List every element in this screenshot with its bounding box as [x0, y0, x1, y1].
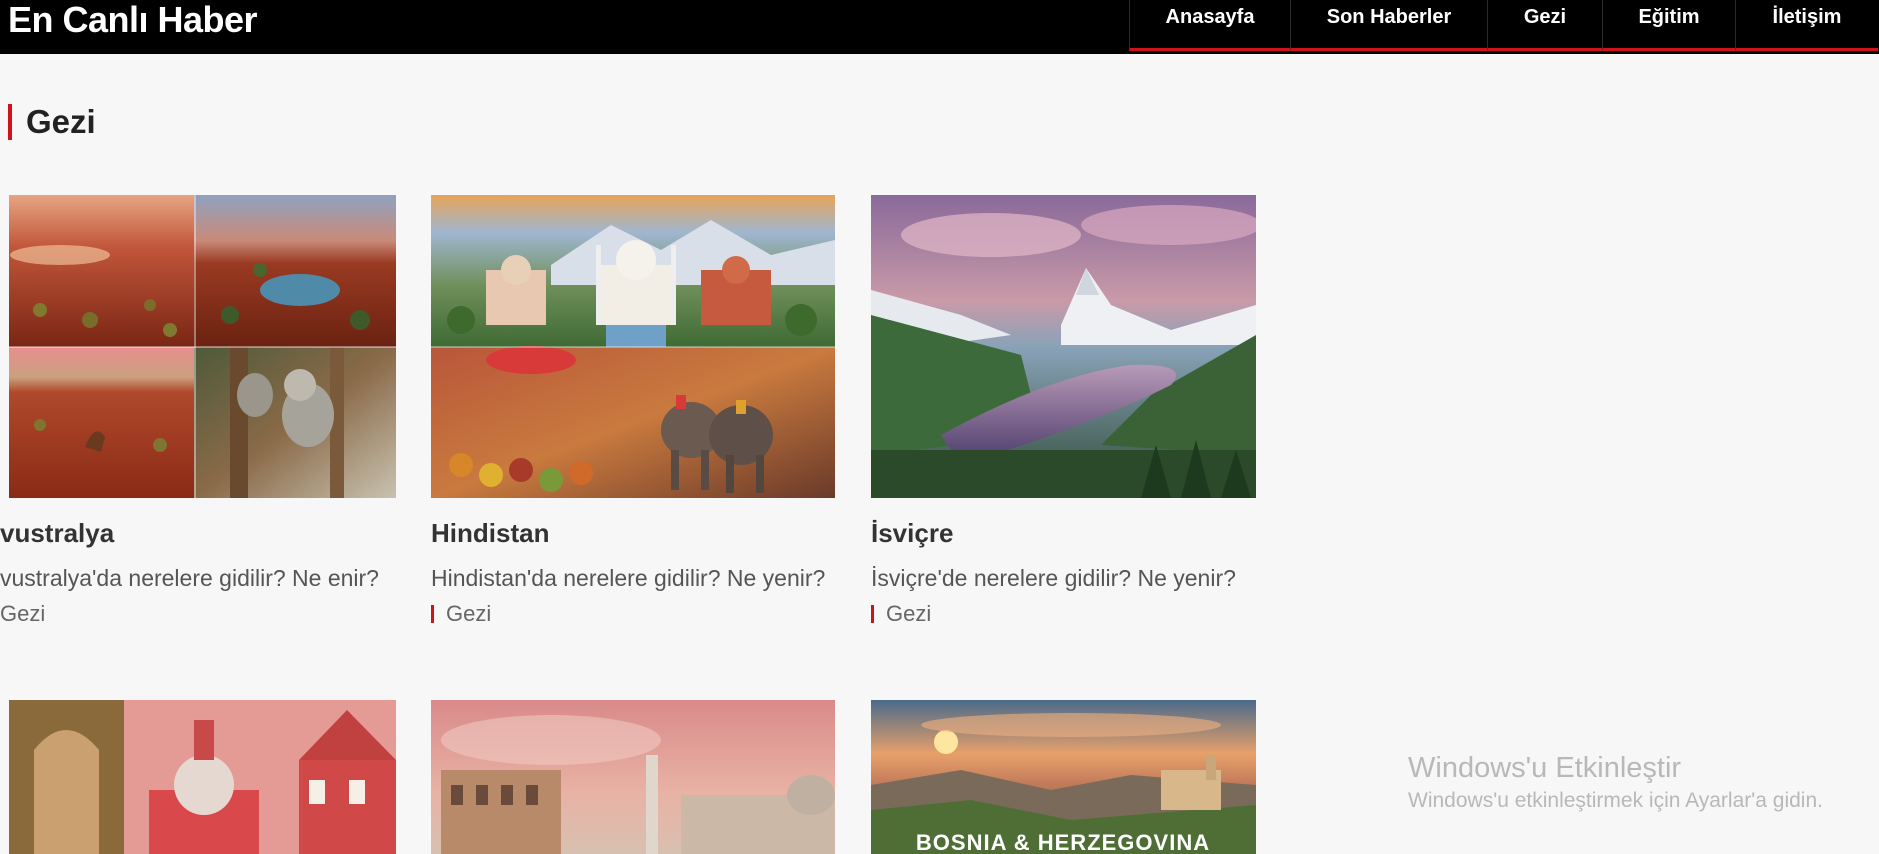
category-label: Gezi: [0, 601, 46, 626]
category-accent-bar: [431, 605, 434, 623]
site-title[interactable]: En Canlı Haber: [8, 0, 258, 42]
article-image-italy[interactable]: [431, 700, 835, 854]
article-image-india[interactable]: [431, 195, 835, 498]
india-collage-image: [431, 195, 835, 498]
section-title: Gezi: [8, 104, 96, 140]
article-category[interactable]: Gezi: [431, 601, 835, 627]
article-card: vustralya vustralya'da nerelere gidilir?…: [0, 195, 396, 627]
nav-item-son-haberler[interactable]: Son Haberler: [1290, 0, 1487, 51]
article-card: İsviçre İsviçre'de nerelere gidilir? Ne …: [871, 195, 1256, 627]
australia-collage-image: [9, 195, 396, 498]
article-description[interactable]: Hindistan'da nerelere gidilir? Ne yenir?: [431, 563, 851, 593]
nav-item-iletisim[interactable]: İletişim: [1735, 0, 1878, 51]
architecture-collage-image: [9, 700, 396, 854]
article-card: Hindistan Hindistan'da nerelere gidilir?…: [431, 195, 835, 627]
article-image-bosnia[interactable]: BOSNIA & HERZEGOVINA: [871, 700, 1256, 854]
article-card: BOSNIA & HERZEGOVINA: [871, 700, 1256, 854]
watermark-title: Windows'u Etkinleştir: [1408, 752, 1682, 784]
bosnia-landscape-image: BOSNIA & HERZEGOVINA: [871, 700, 1256, 854]
italy-landscape-image: [431, 700, 835, 854]
article-image-spain[interactable]: [9, 700, 396, 854]
article-category[interactable]: Gezi: [0, 601, 396, 627]
image-overlay-text: BOSNIA & HERZEGOVINA: [916, 830, 1210, 854]
article-image-australia[interactable]: [9, 195, 396, 498]
article-card: [9, 700, 396, 854]
article-description[interactable]: İsviçre'de nerelere gidilir? Ne yenir?: [871, 563, 1291, 593]
article-card: [431, 700, 835, 854]
article-title[interactable]: vustralya: [0, 518, 396, 549]
article-category[interactable]: Gezi: [871, 601, 1256, 627]
article-title[interactable]: İsviçre: [871, 518, 1256, 549]
windows-activation-watermark: Windows'u Etkinleştir Windows'u etkinleş…: [1408, 752, 1823, 813]
nav-item-anasayfa[interactable]: Anasayfa: [1129, 0, 1290, 51]
top-navigation-bar: En Canlı Haber Anasayfa Son Haberler Gez…: [0, 0, 1879, 54]
nav-item-egitim[interactable]: Eğitim: [1602, 0, 1735, 51]
article-image-switzerland[interactable]: [871, 195, 1256, 498]
category-label: Gezi: [446, 601, 492, 626]
watermark-subtitle: Windows'u etkinleştirmek için Ayarlar'a …: [1408, 789, 1823, 812]
category-accent-bar: [871, 605, 874, 623]
nav-item-gezi[interactable]: Gezi: [1487, 0, 1602, 51]
switzerland-landscape-image: [871, 195, 1256, 498]
article-title[interactable]: Hindistan: [431, 518, 835, 549]
article-description[interactable]: vustralya'da nerelere gidilir? Ne enir?: [0, 563, 380, 593]
main-nav: Anasayfa Son Haberler Gezi Eğitim İletiş…: [1129, 0, 1878, 54]
category-label: Gezi: [886, 601, 932, 626]
